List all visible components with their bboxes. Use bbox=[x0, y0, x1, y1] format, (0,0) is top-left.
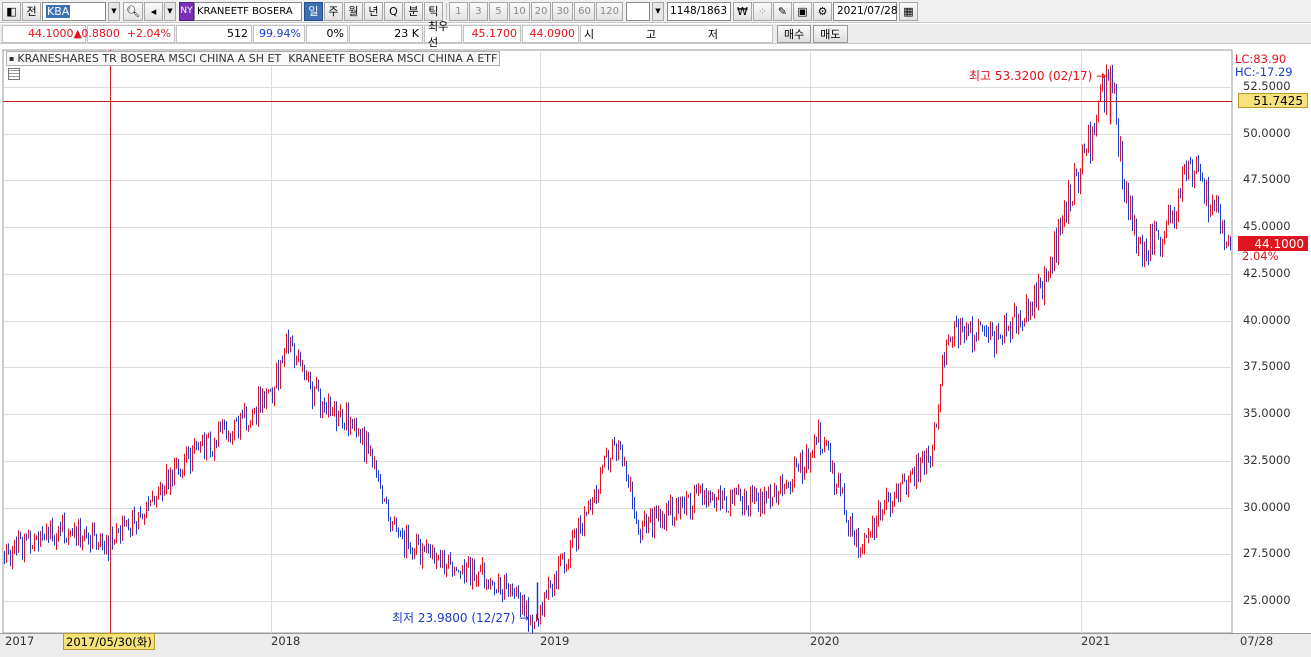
date-field[interactable]: 2021/07/28 bbox=[833, 1, 898, 21]
crosshair-date-tag: 2017/05/30(화) bbox=[63, 633, 155, 650]
sell-button[interactable]: 매도 bbox=[813, 24, 848, 43]
crosshair-price-tag: 51.7425 bbox=[1238, 93, 1308, 108]
open-label: 시 bbox=[584, 27, 595, 41]
buy-button[interactable]: 매수 bbox=[777, 24, 812, 43]
currency-icon[interactable]: ₩ bbox=[733, 1, 752, 21]
y-tick-label: 45.0000 bbox=[1243, 219, 1291, 234]
speaker-dropdown-icon[interactable]: ▼ bbox=[163, 1, 176, 21]
tab-period-4[interactable]: Q bbox=[383, 1, 403, 21]
dots-icon[interactable]: ⁘ bbox=[753, 1, 772, 21]
interval-button-2[interactable]: 5 bbox=[488, 1, 508, 21]
lc-label: LC:83.90 bbox=[1235, 52, 1287, 66]
tools-icon[interactable]: ✎ bbox=[773, 1, 792, 21]
y-tick-label: 35.0000 bbox=[1243, 406, 1291, 421]
market-labels: 시 고 저 bbox=[580, 24, 773, 43]
interval-button-7[interactable]: 120 bbox=[595, 1, 623, 21]
high-annotation: 최고 53.3200 (02/17) → bbox=[969, 67, 1106, 84]
best-label: 최우선 bbox=[424, 20, 462, 49]
x-tick-label: 2017 bbox=[5, 634, 35, 648]
prefix-button[interactable]: 전 bbox=[22, 1, 41, 21]
price-chart[interactable]: ▪ KRANESHARES TR BOSERA MSCI CHINA A SH … bbox=[0, 46, 1311, 657]
hc-label: HC:-17.29 bbox=[1235, 65, 1293, 79]
y-tick-label: 32.5000 bbox=[1243, 452, 1291, 467]
y-tick-label: 50.0000 bbox=[1243, 125, 1291, 140]
tab-period-2[interactable]: 월 bbox=[343, 1, 363, 21]
tab-period-3[interactable]: 년 bbox=[363, 1, 383, 21]
exchange-badge: NY bbox=[178, 1, 194, 21]
code-input[interactable]: KBA bbox=[42, 1, 106, 21]
x-tick-label: 2018 bbox=[271, 634, 301, 648]
change-cell: 0.8800 +2.04% bbox=[81, 24, 175, 43]
plot-frame bbox=[2, 49, 1233, 634]
high-annotation-text: 최고 53.3200 (02/17) bbox=[969, 69, 1093, 83]
interval-input[interactable] bbox=[626, 1, 650, 21]
y-tick-label: 52.5000 bbox=[1243, 79, 1291, 93]
code-dropdown-icon[interactable]: ▼ bbox=[108, 1, 120, 21]
tab-period-0[interactable]: 일 bbox=[303, 1, 323, 21]
low-label: 저 bbox=[707, 27, 718, 41]
chart-title-bullet-icon: ▪ bbox=[9, 54, 15, 63]
y-tick-label: 37.5000 bbox=[1243, 359, 1291, 374]
x-tick-label: 07/28 bbox=[1240, 634, 1274, 648]
main-toolbar: ◧ 전 KBA ▼ 🔍︎ ◂ ▼ NY KRANEETF BOSERA 일주월년… bbox=[0, 0, 1311, 23]
tab-period-1[interactable]: 주 bbox=[323, 1, 343, 21]
layout-icon[interactable]: ◧ bbox=[2, 1, 21, 21]
price-value: 44.1000 bbox=[28, 27, 74, 40]
period-tabs: 일주월년Q분틱 bbox=[303, 1, 444, 21]
low-annotation-text: 최저 23.9800 (12/27) bbox=[392, 611, 516, 625]
range-field[interactable]: 1148/1863 bbox=[667, 1, 731, 21]
best-ask-cell: 45.1700 bbox=[463, 24, 521, 43]
interval-button-4[interactable]: 20 bbox=[530, 1, 552, 21]
interval-dropdown-icon[interactable]: ▼ bbox=[652, 1, 664, 21]
x-axis-strip bbox=[0, 633, 1311, 657]
y-tick-label: 47.5000 bbox=[1243, 172, 1291, 187]
chart-canvas[interactable] bbox=[0, 46, 1311, 657]
interval-button-6[interactable]: 60 bbox=[574, 1, 595, 21]
y-tick-label: 25.0000 bbox=[1243, 593, 1291, 607]
name-field[interactable]: KRANEETF BOSERA bbox=[193, 1, 302, 21]
right-arrow-icon: → bbox=[1096, 69, 1107, 83]
y-tick-label: 30.0000 bbox=[1243, 499, 1291, 514]
y-tick-label: 27.5000 bbox=[1243, 546, 1291, 561]
chart-title: ▪ KRANESHARES TR BOSERA MSCI CHINA A SH … bbox=[6, 51, 501, 66]
interval-button-3[interactable]: 10 bbox=[508, 1, 530, 21]
x-tick-label: 2019 bbox=[540, 634, 570, 648]
interval-tabs: 1 3 5 10 20 30 60 120 bbox=[448, 1, 624, 21]
gear-icon[interactable]: ⚙ bbox=[813, 1, 832, 21]
interval-button-5[interactable]: 30 bbox=[552, 1, 574, 21]
amount-cell: 23 K bbox=[349, 24, 423, 43]
search-icon[interactable]: 🔍︎ bbox=[123, 1, 143, 21]
x-tick-label: 2020 bbox=[810, 634, 840, 648]
chart-title-code: KRANESHARES TR BOSERA MSCI CHINA A SH ET bbox=[17, 52, 282, 65]
change-pct-value: +2.04% bbox=[126, 27, 171, 40]
chart-window: ◧ 전 KBA ▼ 🔍︎ ◂ ▼ NY KRANEETF BOSERA 일주월년… bbox=[0, 0, 1311, 657]
volume-cell: 512 bbox=[176, 24, 252, 43]
price-cell: 44.1000 ▲ bbox=[2, 24, 86, 43]
chart-options-icon[interactable] bbox=[8, 68, 20, 80]
interval-button-1[interactable]: 3 bbox=[468, 1, 488, 21]
right-arrow-icon: → bbox=[519, 611, 530, 625]
best-bid-cell: 44.0900 bbox=[522, 24, 579, 43]
change-value: 0.8800 bbox=[81, 27, 120, 40]
high-label: 고 bbox=[645, 27, 657, 41]
x-tick-label: 2021 bbox=[1081, 634, 1111, 648]
zero-pct-cell: 0% bbox=[306, 24, 348, 43]
current-change-pct: 2.04% bbox=[1242, 249, 1279, 263]
chart-title-name: KRANEETF BOSERA MSCI CHINA A ETF bbox=[288, 52, 498, 65]
calendar-icon[interactable]: ▦ bbox=[899, 1, 918, 21]
tab-period-5[interactable]: 분 bbox=[403, 1, 423, 21]
code-value: KBA bbox=[46, 4, 71, 18]
y-tick-label: 40.0000 bbox=[1243, 312, 1291, 327]
volume-pct-cell: 99.94% bbox=[253, 24, 305, 43]
quote-strip: 44.1000 ▲ 0.8800 +2.04% 512 99.94% 0% 23 … bbox=[0, 20, 1311, 49]
save-icon[interactable]: ▣ bbox=[793, 1, 812, 21]
speaker-icon[interactable]: ◂ bbox=[143, 1, 163, 21]
y-tick-label: 42.5000 bbox=[1243, 265, 1291, 280]
low-annotation: 최저 23.9800 (12/27) → bbox=[392, 609, 529, 626]
